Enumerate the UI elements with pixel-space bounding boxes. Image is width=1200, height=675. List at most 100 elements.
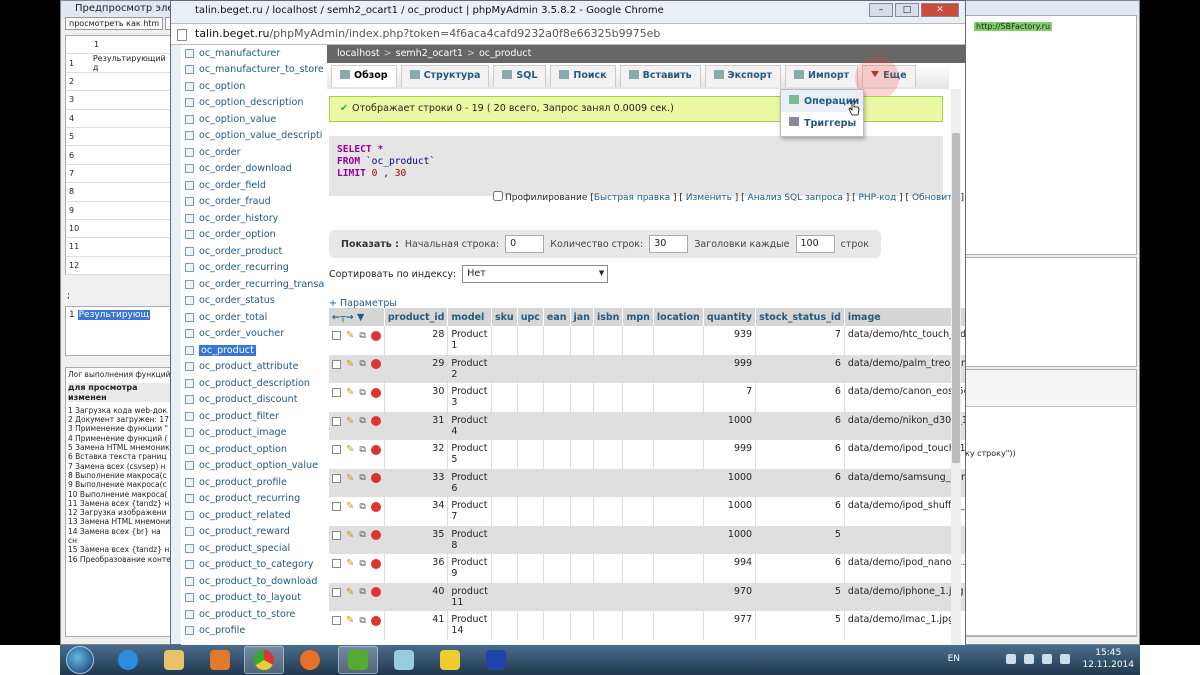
tab-more-triangle[interactable]: Еще bbox=[855, 56, 916, 100]
cell-isbn[interactable] bbox=[593, 525, 624, 554]
tab-export[interactable]: Экспорт bbox=[704, 65, 782, 87]
cell-sku[interactable] bbox=[491, 383, 518, 412]
cell-jan[interactable] bbox=[570, 497, 594, 526]
cell-mpn[interactable] bbox=[622, 383, 654, 412]
cell-product-id[interactable]: 35 bbox=[384, 525, 449, 554]
cell-image[interactable]: data/demo/canon_eos_5d_1.jpg bbox=[844, 383, 965, 412]
cell-model[interactable]: product 11 bbox=[447, 582, 492, 611]
pencil-icon[interactable]: ✎ bbox=[346, 473, 354, 484]
table-icon[interactable] bbox=[185, 131, 194, 141]
cell-jan[interactable] bbox=[570, 326, 594, 355]
cell-stock-status[interactable]: 6 bbox=[755, 554, 845, 583]
breadcrumb-table[interactable]: oc_product bbox=[479, 48, 531, 59]
cell-location[interactable] bbox=[653, 383, 704, 412]
cell-image[interactable]: data/demo/nikon_d300_1.jpg bbox=[844, 411, 965, 440]
column-header[interactable]: image bbox=[844, 308, 965, 326]
cell-location[interactable] bbox=[653, 582, 704, 611]
cell-isbn[interactable] bbox=[593, 468, 624, 497]
copy-icon[interactable]: ⧉ bbox=[359, 416, 365, 426]
profiling-link[interactable]: Изменить bbox=[686, 193, 732, 203]
copy-icon[interactable]: ⧉ bbox=[359, 388, 365, 398]
cell-location[interactable] bbox=[653, 611, 704, 640]
cell-jan[interactable] bbox=[570, 554, 594, 583]
start-button[interactable] bbox=[66, 646, 94, 674]
cell-sku[interactable] bbox=[491, 611, 518, 640]
cell-stock-status[interactable]: 6 bbox=[755, 440, 845, 469]
table-icon[interactable] bbox=[185, 477, 194, 487]
cell-image[interactable]: data/demo/ipod_nano_1.jpg bbox=[844, 554, 965, 583]
cell-stock-status[interactable]: 6 bbox=[755, 497, 845, 526]
delete-icon[interactable] bbox=[370, 530, 381, 540]
row-checkbox[interactable] bbox=[332, 616, 341, 625]
cell-model[interactable]: Product 4 bbox=[447, 411, 492, 440]
cell-product-id[interactable]: 34 bbox=[384, 497, 449, 526]
cell-ean[interactable] bbox=[543, 354, 571, 383]
table-icon[interactable] bbox=[185, 279, 194, 289]
cell-location[interactable] bbox=[653, 497, 704, 526]
cell-product-id[interactable]: 29 bbox=[384, 354, 449, 383]
copy-icon[interactable]: ⧉ bbox=[359, 587, 365, 597]
cell-location[interactable] bbox=[653, 326, 704, 355]
cell-model[interactable]: Product 14 bbox=[447, 611, 492, 640]
table-icon[interactable] bbox=[185, 395, 194, 405]
cell-ean[interactable] bbox=[543, 497, 571, 526]
delete-icon[interactable] bbox=[370, 444, 381, 455]
cell-image[interactable]: data/demo/ipod_shuffle_1.jpg bbox=[844, 497, 965, 526]
delete-icon[interactable] bbox=[370, 501, 381, 512]
cell-mpn[interactable] bbox=[622, 525, 654, 554]
delete-icon[interactable] bbox=[370, 587, 381, 597]
table-icon[interactable] bbox=[185, 296, 194, 306]
delete-icon[interactable] bbox=[370, 473, 381, 483]
cell-jan[interactable] bbox=[570, 611, 594, 640]
column-header[interactable]: model bbox=[447, 308, 492, 326]
table-icon[interactable] bbox=[185, 345, 194, 355]
clock[interactable]: 15:45 12.11.2014 bbox=[1082, 647, 1134, 671]
pencil-icon[interactable]: ✎ bbox=[346, 615, 354, 626]
tab-structure[interactable]: Структура bbox=[400, 65, 490, 87]
cell-mpn[interactable] bbox=[622, 468, 654, 497]
cell-ean[interactable] bbox=[543, 554, 571, 583]
maximize-button[interactable]: □ bbox=[895, 3, 919, 17]
url-bar[interactable]: talin.beget.ru/phpMyAdmin/index.php?toke… bbox=[171, 23, 965, 45]
cell-quantity[interactable]: 7 bbox=[703, 383, 757, 412]
delete-icon[interactable] bbox=[370, 558, 381, 569]
table-icon[interactable] bbox=[185, 510, 194, 520]
cell-jan[interactable] bbox=[570, 354, 594, 383]
notepad-taskbar-icon[interactable] bbox=[384, 646, 424, 674]
table-icon[interactable] bbox=[185, 626, 194, 636]
cell-location[interactable] bbox=[653, 440, 704, 469]
save-taskbar-icon[interactable] bbox=[476, 646, 516, 674]
cell-upc[interactable] bbox=[517, 383, 544, 412]
column-header[interactable]: location bbox=[653, 308, 704, 326]
cell-location[interactable] bbox=[653, 354, 704, 383]
table-icon[interactable] bbox=[185, 362, 194, 372]
table-icon[interactable] bbox=[185, 263, 194, 273]
table-icon[interactable] bbox=[185, 180, 194, 190]
cell-jan[interactable] bbox=[570, 383, 594, 412]
app-taskbar-icon[interactable] bbox=[338, 646, 378, 674]
table-icon[interactable] bbox=[185, 164, 194, 174]
headers-every-input[interactable]: 100 bbox=[795, 235, 835, 253]
table-icon[interactable] bbox=[185, 378, 194, 388]
cell-ean[interactable] bbox=[543, 411, 571, 440]
cell-image[interactable]: data/demo/imac_1.jpg bbox=[844, 611, 965, 640]
totalcmd-taskbar-icon[interactable] bbox=[430, 646, 470, 674]
cell-sku[interactable] bbox=[491, 440, 518, 469]
cell-ean[interactable] bbox=[543, 383, 571, 412]
pencil-icon[interactable]: ✎ bbox=[346, 416, 354, 427]
column-header[interactable]: stock_status_id bbox=[755, 308, 845, 326]
cell-stock-status[interactable]: 5 bbox=[755, 611, 845, 640]
cell-quantity[interactable]: 999 bbox=[703, 354, 757, 383]
cell-stock-status[interactable]: 7 bbox=[755, 326, 845, 355]
cell-upc[interactable] bbox=[517, 554, 544, 583]
media-player-taskbar-icon[interactable] bbox=[200, 646, 240, 674]
cell-stock-status[interactable]: 6 bbox=[755, 354, 845, 383]
cell-upc[interactable] bbox=[517, 497, 544, 526]
cell-upc[interactable] bbox=[517, 468, 544, 497]
delete-icon[interactable] bbox=[370, 416, 381, 426]
cell-stock-status[interactable]: 5 bbox=[755, 525, 845, 554]
table-icon[interactable] bbox=[185, 444, 194, 454]
copy-icon[interactable]: ⧉ bbox=[359, 331, 365, 341]
cell-jan[interactable] bbox=[570, 525, 594, 554]
row-checkbox[interactable] bbox=[332, 530, 341, 540]
